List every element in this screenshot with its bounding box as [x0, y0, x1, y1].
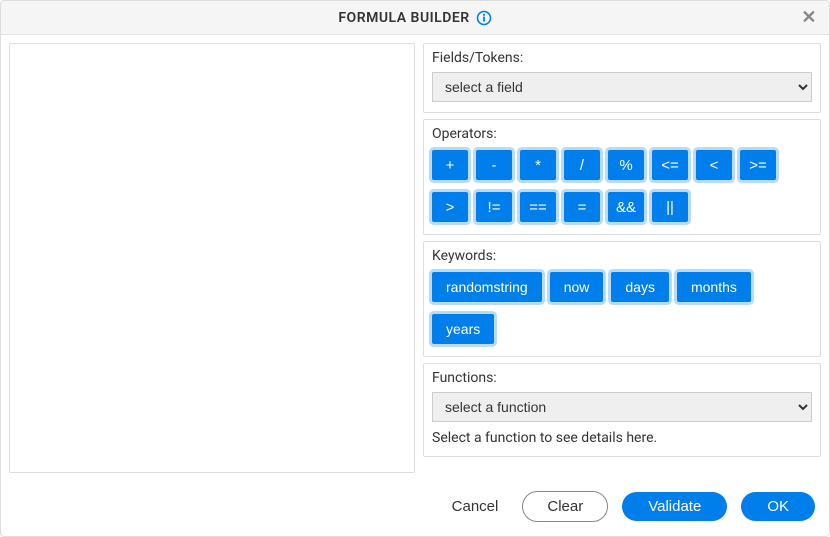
operator-lt[interactable]: <	[696, 150, 732, 180]
functions-hint: Select a function to see details here.	[432, 430, 812, 446]
functions-label: Functions:	[432, 370, 812, 386]
operator-ne[interactable]: !=	[476, 192, 512, 222]
keywords-panel: Keywords: randomstring now days months y…	[423, 241, 821, 357]
keyword-months[interactable]: months	[677, 272, 751, 302]
operator-lte[interactable]: <=	[652, 150, 688, 180]
keyword-days[interactable]: days	[611, 272, 669, 302]
operator-plus[interactable]: +	[432, 150, 468, 180]
keywords-row: randomstring now days months years	[432, 270, 812, 346]
close-icon[interactable]: ✕	[801, 9, 817, 27]
operators-label: Operators:	[432, 126, 812, 142]
dialog-body: Fields/Tokens: select a field Operators:…	[1, 35, 829, 481]
formula-editor[interactable]	[9, 43, 415, 473]
operator-and[interactable]: &&	[608, 192, 644, 222]
fields-label: Fields/Tokens:	[432, 50, 812, 66]
dialog-title: FORMULA BUILDER	[338, 10, 469, 26]
keyword-now[interactable]: now	[550, 272, 604, 302]
operator-gte[interactable]: >=	[740, 150, 776, 180]
info-icon[interactable]	[476, 10, 492, 26]
operator-multiply[interactable]: *	[520, 150, 556, 180]
operator-modulo[interactable]: %	[608, 150, 644, 180]
side-panels: Fields/Tokens: select a field Operators:…	[423, 43, 821, 473]
functions-panel: Functions: select a function Select a fu…	[423, 363, 821, 457]
operator-assign[interactable]: =	[564, 192, 600, 222]
clear-button[interactable]: Clear	[522, 491, 608, 522]
operator-divide[interactable]: /	[564, 150, 600, 180]
operator-gt[interactable]: >	[432, 192, 468, 222]
operator-minus[interactable]: -	[476, 150, 512, 180]
fields-select[interactable]: select a field	[432, 72, 812, 102]
operators-panel: Operators: + - * / % <= < >= > != == = &…	[423, 119, 821, 235]
formula-builder-dialog: FORMULA BUILDER ✕ Fields/Tokens: select …	[0, 0, 830, 537]
dialog-footer: Cancel Clear Validate OK	[1, 481, 829, 536]
operator-or[interactable]: ||	[652, 192, 688, 222]
keywords-label: Keywords:	[432, 248, 812, 264]
operators-row: + - * / % <= < >= > != == = && ||	[432, 148, 812, 224]
operator-eqeq[interactable]: ==	[520, 192, 556, 222]
fields-panel: Fields/Tokens: select a field	[423, 43, 821, 113]
cancel-button[interactable]: Cancel	[442, 492, 509, 521]
functions-select[interactable]: select a function	[432, 392, 812, 422]
keyword-years[interactable]: years	[432, 314, 494, 344]
titlebar: FORMULA BUILDER ✕	[1, 1, 829, 35]
keyword-randomstring[interactable]: randomstring	[432, 272, 542, 302]
validate-button[interactable]: Validate	[622, 492, 727, 521]
ok-button[interactable]: OK	[741, 492, 815, 521]
